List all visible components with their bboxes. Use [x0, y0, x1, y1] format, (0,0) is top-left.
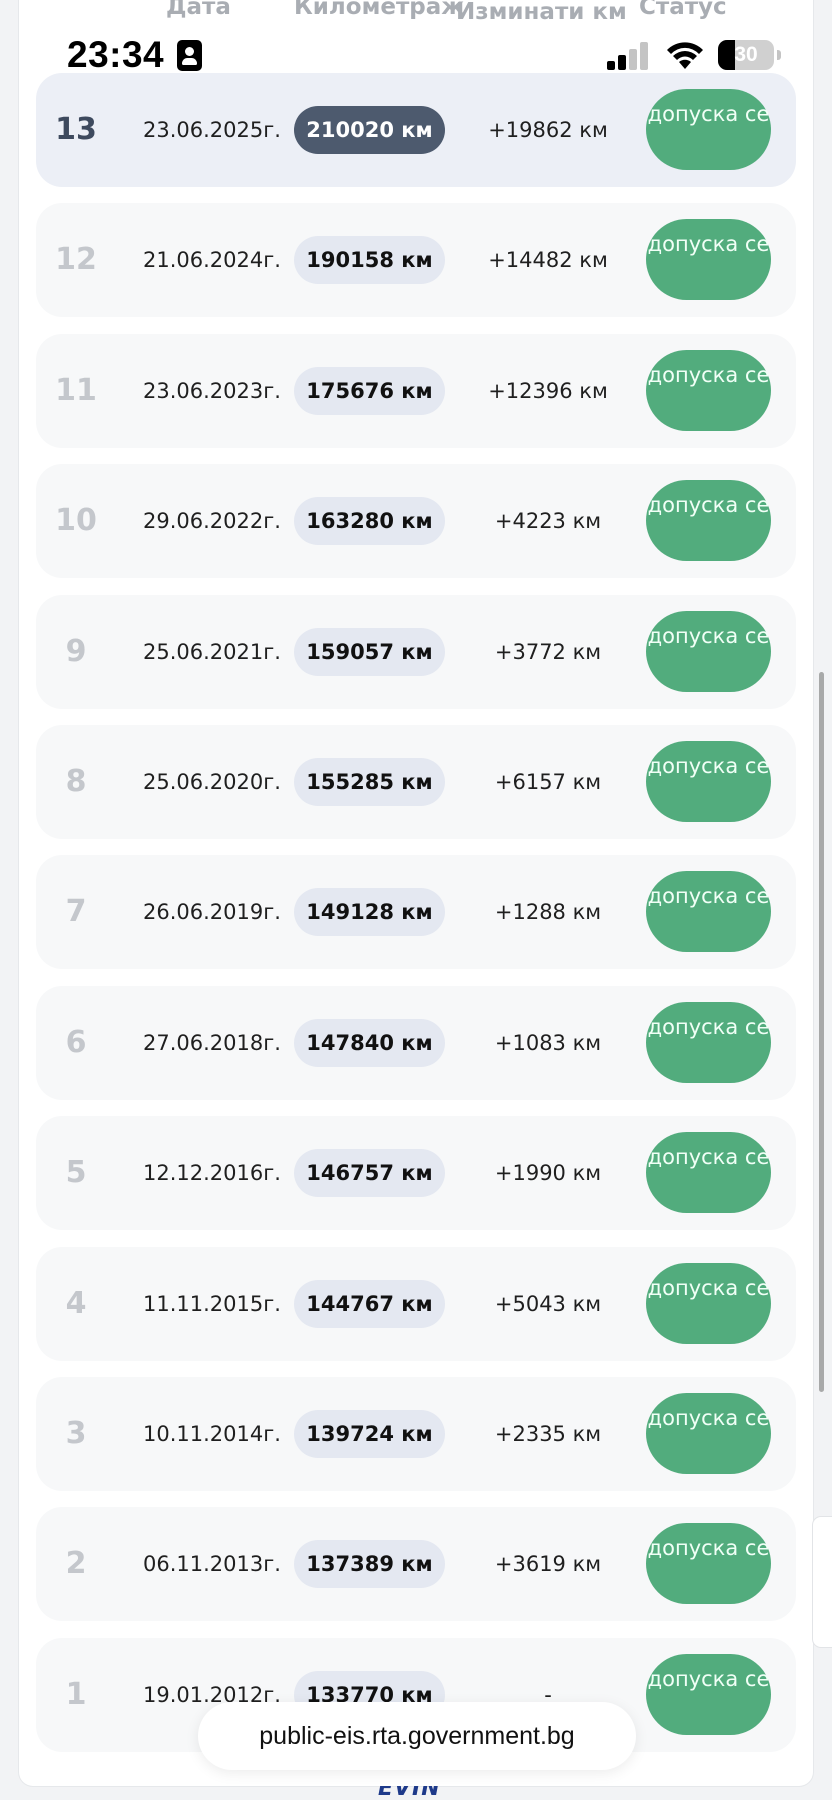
cellular-signal-icon	[607, 42, 651, 70]
table-row[interactable]: 11 23.06.2023г. 175676 км +12396 км допуска …	[36, 334, 796, 448]
row-status-badge: допуска се	[646, 1002, 771, 1083]
row-changed-km: +1288 км	[494, 900, 602, 924]
row-mileage: 137389 км	[294, 1540, 445, 1588]
row-mileage: 155285 км	[294, 758, 445, 806]
row-date: 11.11.2015г.	[143, 1292, 281, 1316]
row-mileage: 149128 км	[294, 888, 445, 936]
table-row[interactable]: 7 26.06.2019г. 149128 км +1288 км допуска се	[36, 855, 796, 969]
row-status-badge: допуска се	[646, 480, 771, 561]
battery-tip	[777, 50, 781, 60]
row-number: 13	[55, 112, 97, 147]
row-number: 11	[55, 373, 97, 408]
row-mileage: 175676 км	[294, 367, 445, 415]
row-changed-km: +3619 км	[494, 1552, 602, 1576]
row-date: 29.06.2022г.	[143, 509, 281, 533]
row-number: 10	[55, 503, 97, 538]
footer-logo: EVIN	[378, 1786, 450, 1800]
row-status-badge: допуска се	[646, 1393, 771, 1474]
row-date: 23.06.2023г.	[143, 379, 281, 403]
row-date: 27.06.2018г.	[143, 1031, 281, 1055]
table-row[interactable]: 8 25.06.2020г. 155285 км +6157 км допуска се	[36, 725, 796, 839]
row-date: 25.06.2021г.	[143, 640, 281, 664]
row-date: 10.11.2014г.	[143, 1422, 281, 1446]
row-status-badge: допуска се	[646, 871, 771, 952]
wifi-icon	[667, 42, 703, 69]
row-status-badge: допуска се	[646, 611, 771, 692]
table-row[interactable]: 9 25.06.2021г. 159057 км +3772 км допуска се	[36, 595, 796, 709]
row-status-badge: допуска се	[646, 1523, 771, 1604]
battery-level: 30	[734, 43, 758, 66]
row-number: 1	[65, 1677, 87, 1712]
row-number: 2	[65, 1546, 87, 1581]
row-mileage: 144767 км	[294, 1280, 445, 1328]
row-date: 06.11.2013г.	[143, 1552, 281, 1576]
row-status-badge: допуска се	[646, 1263, 771, 1344]
row-status-badge: допуска се	[646, 741, 771, 822]
table-row[interactable]: 4 11.11.2015г. 144767 км +5043 км допуска се	[36, 1247, 796, 1361]
row-number: 5	[65, 1155, 87, 1190]
row-changed-km: +1990 км	[494, 1161, 602, 1185]
row-number: 4	[65, 1286, 87, 1321]
clock: 23:34	[67, 34, 165, 75]
row-number: 7	[65, 894, 87, 929]
row-status-badge: допуска се	[646, 350, 771, 431]
row-status-badge: допуска се	[646, 1132, 771, 1213]
row-changed-km: +4223 км	[494, 509, 602, 533]
address-bar[interactable]: public-eis.rta.government.bg	[198, 1702, 636, 1770]
row-changed-km: +5043 км	[494, 1292, 602, 1316]
row-date: 26.06.2019г.	[143, 900, 281, 924]
scrollbar[interactable]	[819, 672, 824, 1392]
table-row[interactable]: 13 23.06.2025г. 210020 км +19862 км допуска …	[36, 73, 796, 187]
row-number: 9	[65, 634, 87, 669]
table-row[interactable]: 10 29.06.2022г. 163280 км +4223 км допуска с…	[36, 464, 796, 578]
table-row[interactable]: 3 10.11.2014г. 139724 км +2335 км допуска се	[36, 1377, 796, 1491]
side-panel-edge	[813, 1517, 832, 1647]
row-status-badge: допуска се	[646, 89, 771, 170]
row-mileage: 159057 км	[294, 628, 445, 676]
footer-logo-text: EVIN	[378, 1786, 441, 1800]
row-status-badge: допуска се	[646, 1654, 771, 1735]
row-changed-km: +6157 км	[494, 770, 602, 794]
table-row[interactable]: 12 21.06.2024г. 190158 км +14482 км допуска …	[36, 203, 796, 317]
row-number: 3	[65, 1416, 87, 1451]
row-changed-km: +19862 км	[488, 118, 608, 142]
battery-icon: 30	[718, 40, 774, 70]
row-number: 8	[65, 764, 87, 799]
row-date: 12.12.2016г.	[143, 1161, 281, 1185]
row-date: 25.06.2020г.	[143, 770, 281, 794]
inspection-history-sheet: Дата Километраж Изминати км Статус 13 23.…	[19, 0, 813, 1786]
row-status-badge: допуска се	[646, 219, 771, 300]
row-changed-km: +2335 км	[494, 1422, 602, 1446]
row-mileage: 147840 км	[294, 1019, 445, 1067]
ios-status-bar: 23:34 30	[0, 0, 832, 80]
row-changed-km: +3772 км	[494, 640, 602, 664]
row-mileage: 146757 км	[294, 1149, 445, 1197]
row-number: 12	[55, 242, 97, 277]
table-row[interactable]: 2 06.11.2013г. 137389 км +3619 км допуска се	[36, 1507, 796, 1621]
row-date: 21.06.2024г.	[143, 248, 281, 272]
row-date: 23.06.2025г.	[143, 118, 281, 142]
row-changed-km: +1083 км	[494, 1031, 602, 1055]
row-mileage: 210020 км	[294, 106, 445, 154]
row-mileage: 139724 км	[294, 1410, 445, 1458]
row-changed-km: +12396 км	[488, 379, 608, 403]
table-row[interactable]: 6 27.06.2018г. 147840 км +1083 км допуска се	[36, 986, 796, 1100]
row-number: 6	[65, 1025, 87, 1060]
row-changed-km: +14482 км	[488, 248, 608, 272]
row-mileage: 190158 км	[294, 236, 445, 284]
table-row[interactable]: 5 12.12.2016г. 146757 км +1990 км допуска се	[36, 1116, 796, 1230]
contact-card-icon	[177, 40, 202, 71]
row-mileage: 163280 км	[294, 497, 445, 545]
